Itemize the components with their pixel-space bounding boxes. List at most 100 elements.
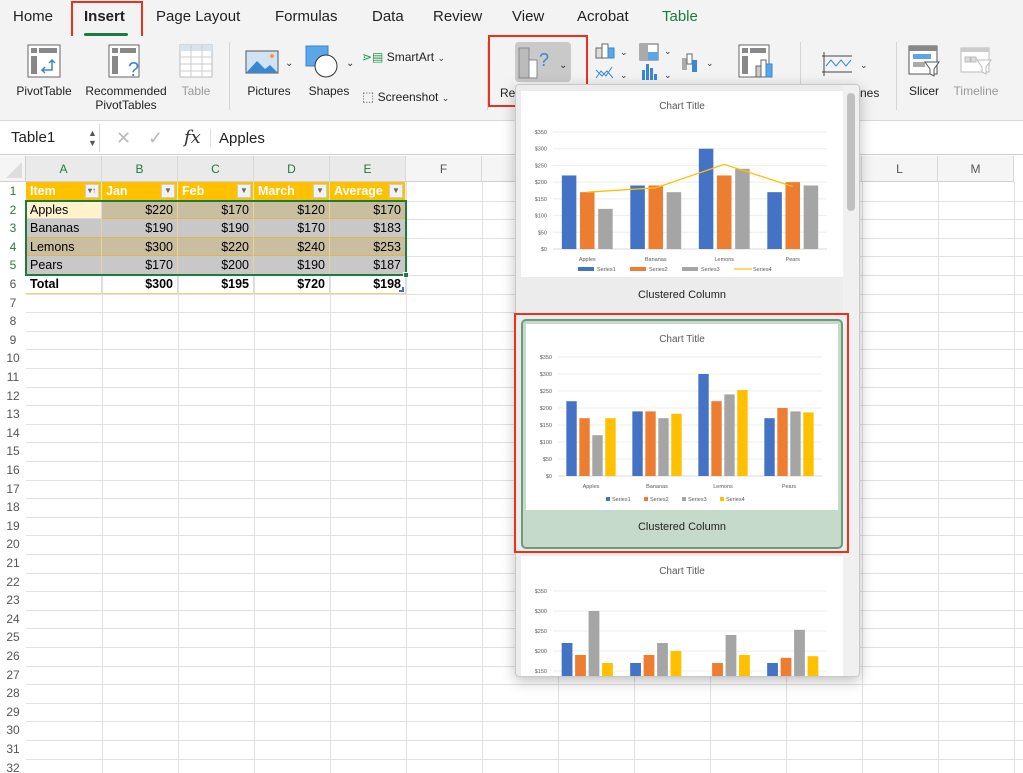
tab-acrobat[interactable]: Acrobat [577,8,629,25]
row-header-24[interactable]: 24 [0,609,26,629]
column-header-m[interactable]: M [938,156,1014,182]
row-header-3[interactable]: 3 [0,219,26,238]
row-header-13[interactable]: 13 [0,405,26,424]
screenshot-button[interactable]: ⬚ Screenshot ⌄ [362,90,449,105]
row-header-8[interactable]: 8 [0,312,26,331]
total-value[interactable]: $195 [178,275,254,294]
table-cell-value[interactable]: $220 [178,237,254,257]
table-cell-item[interactable]: Apples [26,200,102,220]
table-cell-value[interactable]: $187 [330,256,406,275]
tab-home[interactable]: Home [13,8,53,25]
tab-review[interactable]: Review [433,8,482,25]
pivotchart-icon[interactable] [738,44,776,80]
table-cell-item[interactable]: Pears [26,256,102,275]
spreadsheet-grid[interactable]: ABCDEFGHIJKLM123456789101112131415161718… [0,156,1023,773]
select-all-button[interactable] [0,156,26,182]
row-header-30[interactable]: 30 [0,721,26,740]
row-header-15[interactable]: 15 [0,442,26,461]
shapes-button[interactable]: ⌄ Shapes [302,44,356,98]
row-header-28[interactable]: 28 [0,684,26,703]
table-cell-value[interactable]: $170 [330,200,406,220]
table-cell-value[interactable]: $240 [254,237,330,257]
table-header-item[interactable]: Item ▾↑ [26,182,102,201]
filter-button[interactable]: ▼ [389,184,403,198]
table-cell-value[interactable]: $190 [178,219,254,238]
row-header-22[interactable]: 22 [0,572,26,592]
table-cell-value[interactable]: $300 [102,237,178,257]
row-header-4[interactable]: 4 [0,237,26,257]
filter-button[interactable]: ▼ [161,184,175,198]
insert-function-icon[interactable]: fx [184,127,201,148]
formula-input[interactable]: Apples [219,130,265,147]
row-header-10[interactable]: 10 [0,349,26,368]
row-header-7[interactable]: 7 [0,293,26,313]
smartart-button[interactable]: ⋗▤ SmartArt ⌄ [362,50,445,65]
column-header-l[interactable]: L [862,156,938,182]
row-header-12[interactable]: 12 [0,386,26,406]
table-cell-value[interactable]: $220 [102,200,178,220]
table-header-average[interactable]: Average ▼ [330,182,406,201]
row-header-14[interactable]: 14 [0,423,26,443]
filter-button[interactable]: ▼ [237,184,251,198]
tab-data[interactable]: Data [372,8,404,25]
timeline-button[interactable]: Timeline [948,44,1004,98]
row-header-26[interactable]: 26 [0,647,26,666]
row-header-32[interactable]: 32 [0,758,26,773]
table-cell-value[interactable]: $120 [254,200,330,220]
sparklines-icon[interactable]: ⌄ [820,50,870,80]
slicer-button[interactable]: Slicer [904,44,944,98]
table-cell-item[interactable]: Lemons [26,237,102,257]
table-resize-handle[interactable] [399,286,404,292]
row-header-29[interactable]: 29 [0,702,26,722]
table-cell-value[interactable]: $170 [178,200,254,220]
row-header-20[interactable]: 20 [0,535,26,554]
gallery-item-combo[interactable]: Chart Title $0 $50 $100 $150 $200 $250 $300 $350… [521,91,843,309]
row-header-21[interactable]: 21 [0,554,26,573]
gallery-item-clustered-column[interactable]: Chart Title $0 $50 $100 $150 $200 $250 $300 $350… [521,319,843,549]
total-value[interactable]: $720 [254,275,330,294]
total-value[interactable]: $300 [102,275,178,294]
column-header-c[interactable]: C [178,156,254,182]
column-header-b[interactable]: B [102,156,178,182]
tab-formulas[interactable]: Formulas [275,8,338,25]
table-header-march[interactable]: March ▼ [254,182,330,201]
gallery-scrollbar-thumb[interactable] [847,93,855,211]
table-cell-item[interactable]: Bananas [26,219,102,238]
row-header-6[interactable]: 6 [0,275,26,294]
waterfall-chart-icon[interactable]: ⌄ [680,50,720,76]
cancel-formula-icon[interactable]: ✕ [116,128,131,149]
table-cell-value[interactable]: $170 [102,256,178,275]
recommended-pivottables-button[interactable]: ? Recommended PivotTables [80,44,172,112]
row-header-31[interactable]: 31 [0,740,26,759]
table-cell-value[interactable]: $190 [254,256,330,275]
column-header-f[interactable]: F [406,156,482,182]
pictures-button[interactable]: ⌄ Pictures [242,44,296,98]
row-header-23[interactable]: 23 [0,591,26,610]
tab-page-layout[interactable]: Page Layout [156,8,240,25]
table-cell-value[interactable]: $183 [330,219,406,238]
table-button[interactable]: Table [176,44,216,98]
total-value[interactable]: $198 [330,275,406,294]
pivottable-button[interactable]: PivotTable [12,44,76,98]
row-header-27[interactable]: 27 [0,665,26,685]
tab-view[interactable]: View [512,8,544,25]
row-header-25[interactable]: 25 [0,628,26,647]
fill-handle[interactable] [403,272,409,278]
row-header-19[interactable]: 19 [0,516,26,536]
row-header-17[interactable]: 17 [0,479,26,499]
row-header-5[interactable]: 5 [0,256,26,275]
enter-formula-icon[interactable]: ✓ [148,128,163,149]
gallery-item-clustered-column-transposed[interactable]: Chart Title$100$150$200$250$300$350 [521,556,843,676]
filter-button[interactable]: ▼ [313,184,327,198]
row-header-18[interactable]: 18 [0,498,26,517]
column-header-a[interactable]: A [26,156,102,182]
column-header-e[interactable]: E [330,156,406,182]
table-cell-value[interactable]: $170 [254,219,330,238]
table-cell-value[interactable]: $253 [330,237,406,257]
table-cell-value[interactable]: $190 [102,219,178,238]
column-header-d[interactable]: D [254,156,330,182]
row-header-1[interactable]: 1 [0,182,26,201]
table-header-jan[interactable]: Jan ▼ [102,182,178,201]
total-label[interactable]: Total [26,275,102,294]
hierarchy-chart-icon[interactable]: ⌄ ⌄ [638,42,682,82]
